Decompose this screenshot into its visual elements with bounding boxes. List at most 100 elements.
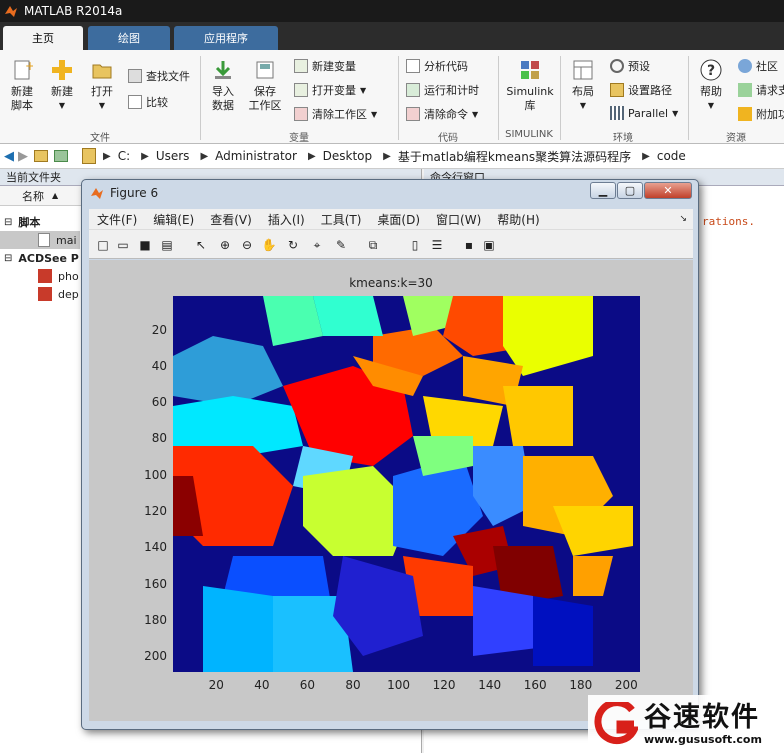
new-script-button[interactable]: + 新建 脚本 — [6, 58, 38, 113]
find-files-button[interactable]: 查找文件 — [128, 68, 190, 84]
cluster-region — [313, 296, 383, 336]
browse-folder-icon[interactable] — [54, 150, 68, 162]
breadcrumb-separator-icon: ▶ — [307, 150, 316, 162]
brush-icon[interactable]: ✎ — [333, 237, 349, 253]
breadcrumb-item[interactable]: Desktop — [323, 149, 373, 163]
save-icon[interactable]: ■ — [137, 237, 153, 253]
group-resources-label: 资源 — [726, 133, 746, 144]
help-button[interactable]: ? 帮助 ▼ — [694, 58, 728, 113]
new-label: 新建 — [51, 85, 73, 98]
tree-section-label: 脚本 — [18, 216, 41, 229]
cluster-region — [173, 336, 283, 406]
menu-window[interactable]: 窗口(W) — [436, 211, 481, 228]
y-tick-label: 40 — [151, 358, 167, 373]
menu-dock-arrow-icon[interactable]: ↘ — [679, 214, 687, 224]
tab-plots[interactable]: 绘图 — [88, 26, 170, 50]
breadcrumb-separator-icon: ▶ — [141, 150, 149, 162]
zoom-in-icon[interactable]: ⊕ — [217, 237, 233, 253]
figure-title: Figure 6 — [110, 186, 159, 200]
tree-section-scripts[interactable]: ⊟ 脚本 — [4, 213, 40, 231]
breadcrumb-item[interactable]: Users — [156, 149, 190, 163]
data-cursor-icon[interactable]: ⌖ — [309, 237, 325, 253]
matlab-logo-icon — [91, 188, 103, 199]
new-variable-button[interactable]: 新建变量 — [294, 58, 356, 74]
hide-plot-tools-icon[interactable]: ▪ — [461, 237, 477, 253]
save-workspace-label: 保存 工作区 — [248, 85, 282, 112]
analyze-code-button[interactable]: 分析代码 — [406, 58, 468, 74]
breadcrumb-item[interactable]: C: — [118, 149, 130, 163]
show-plot-tools-icon[interactable]: ▣ — [481, 237, 497, 253]
gususoft-logo-icon — [594, 702, 638, 745]
collapse-icon: ⊟ — [4, 216, 13, 228]
breadcrumb-item[interactable]: Administrator — [215, 149, 297, 163]
new-button[interactable]: 新建 ▼ — [44, 58, 80, 113]
tab-apps[interactable]: 应用程序 — [174, 26, 278, 50]
cluster-region — [503, 296, 593, 376]
compare-button[interactable]: 比较 — [128, 94, 168, 110]
run-and-time-button[interactable]: 运行和计时 — [406, 82, 479, 98]
print-icon[interactable]: ▤ — [159, 237, 175, 253]
menu-insert[interactable]: 插入(I) — [268, 211, 305, 228]
up-folder-icon[interactable] — [34, 150, 48, 162]
analyze-code-label: 分析代码 — [424, 60, 468, 73]
chevron-down-icon: ▼ — [672, 108, 679, 118]
menu-file[interactable]: 文件(F) — [97, 211, 137, 228]
forward-arrow-icon[interactable]: ▶ — [18, 149, 28, 164]
rotate-icon[interactable]: ↻ — [285, 237, 301, 253]
pointer-icon[interactable]: ↖ — [193, 237, 209, 253]
parallel-button[interactable]: Parallel ▼ — [610, 106, 678, 120]
open-icon[interactable]: ▭ — [115, 237, 131, 253]
simulink-library-button[interactable]: Simulink 库 — [504, 58, 556, 113]
ribbon-tabbar: 主页 绘图 应用程序 — [0, 22, 784, 50]
new-figure-icon[interactable]: □ — [95, 237, 111, 253]
tree-item-file[interactable]: mai — [0, 231, 80, 249]
x-tick-label: 200 — [614, 678, 638, 692]
preferences-button[interactable]: 预设 — [610, 58, 650, 74]
colorbar-icon[interactable]: ▯ — [407, 237, 423, 253]
import-data-button[interactable]: 导入 数据 — [206, 58, 240, 113]
open-variable-button[interactable]: 打开变量 ▼ — [294, 82, 366, 98]
x-tick-label: 100 — [387, 678, 410, 692]
new-script-label: 新建 脚本 — [11, 85, 33, 112]
community-button[interactable]: 社区 — [738, 58, 778, 74]
chevron-down-icon: ▼ — [58, 101, 66, 110]
minimize-button[interactable]: ▁ — [590, 182, 616, 199]
clear-workspace-button[interactable]: 清除工作区 ▼ — [294, 106, 377, 122]
m-file-icon — [38, 233, 50, 247]
analyze-code-icon — [406, 59, 420, 73]
cluster-region — [203, 586, 273, 672]
zoom-out-icon[interactable]: ⊖ — [239, 237, 255, 253]
breadcrumb-item[interactable]: 基于matlab编程kmeans聚类算法源码程序 — [398, 148, 631, 165]
new-variable-icon — [294, 59, 308, 73]
community-label: 社区 — [756, 60, 778, 73]
tree-item-file[interactable]: dep — [38, 285, 79, 303]
menu-tools[interactable]: 工具(T) — [321, 211, 362, 228]
link-icon[interactable]: ⧉ — [365, 237, 381, 253]
pan-icon[interactable]: ✋ — [261, 237, 277, 253]
y-tick-label: 60 — [151, 395, 167, 410]
close-button[interactable]: ✕ — [644, 182, 692, 199]
menu-desktop[interactable]: 桌面(D) — [377, 211, 420, 228]
tab-home[interactable]: 主页 — [3, 26, 83, 50]
request-support-button[interactable]: 请求支 — [738, 82, 784, 98]
breadcrumb-separator-icon: ▶ — [383, 150, 391, 162]
back-arrow-icon[interactable]: ◀ — [4, 149, 14, 164]
menu-view[interactable]: 查看(V) — [210, 211, 252, 228]
clear-commands-button[interactable]: 清除命令 ▼ — [406, 106, 478, 122]
tree-item-file[interactable]: pho — [38, 267, 79, 285]
menu-edit[interactable]: 编辑(E) — [153, 211, 194, 228]
plot-axes[interactable] — [173, 296, 640, 672]
save-workspace-button[interactable]: 保存 工作区 — [246, 58, 284, 113]
maximize-button[interactable]: ▢ — [617, 182, 643, 199]
addons-button[interactable]: 附加功 — [738, 106, 784, 122]
open-button[interactable]: 打开 ▼ — [86, 58, 118, 113]
simulink-library-label: Simulink 库 — [506, 85, 554, 112]
menu-help[interactable]: 帮助(H) — [497, 211, 539, 228]
sort-arrow-icon: ▲ — [52, 191, 59, 200]
figure-window[interactable]: Figure 6 ▁ ▢ ✕ 文件(F) 编辑(E) 查看(V) 插入(I) 工… — [81, 179, 699, 730]
set-path-button[interactable]: 设置路径 — [610, 82, 672, 98]
tree-section-acdsee[interactable]: ⊟ ACDSee P — [4, 249, 79, 267]
layout-button[interactable]: 布局 ▼ — [566, 58, 600, 113]
legend-icon[interactable]: ☰ — [429, 237, 445, 253]
breadcrumb-item[interactable]: code — [657, 149, 686, 163]
